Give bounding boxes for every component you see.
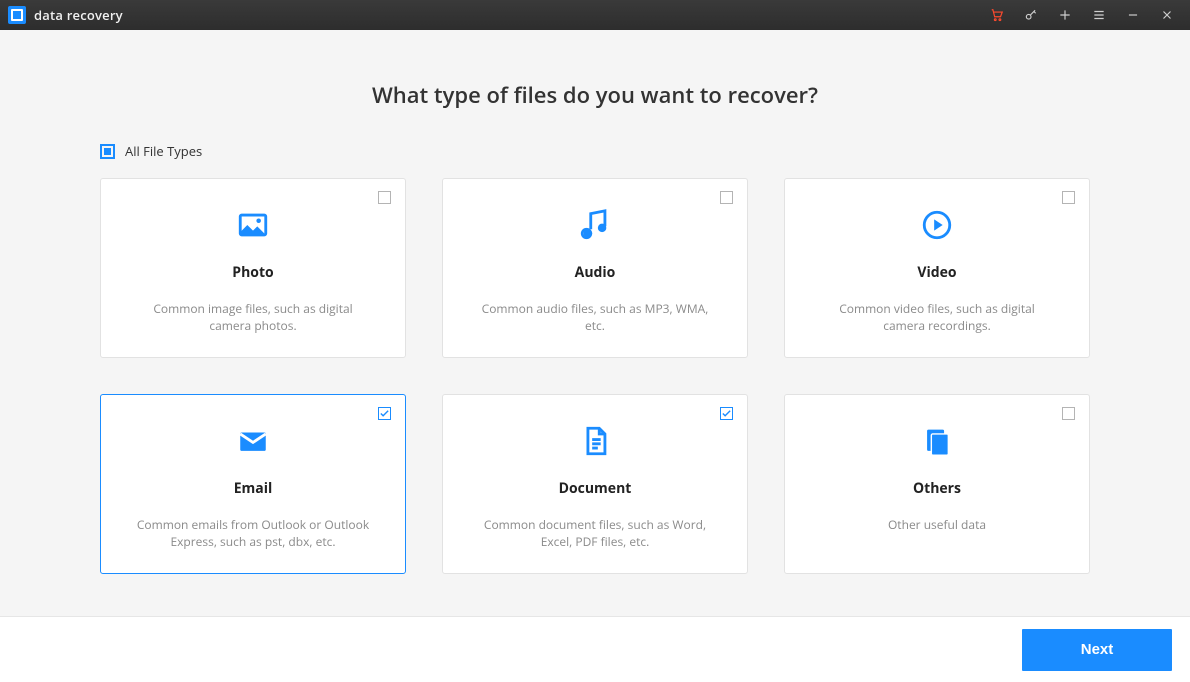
checkbox-indeterminate-mark	[104, 148, 111, 155]
card-email-desc: Common emails from Outlook or Outlook Ex…	[125, 516, 381, 551]
card-others[interactable]: Others Other useful data	[784, 394, 1090, 574]
menu-icon[interactable]	[1082, 0, 1116, 30]
next-button[interactable]: Next	[1022, 629, 1172, 671]
main-content: What type of files do you want to recove…	[0, 30, 1190, 682]
all-file-types-label: All File Types	[125, 142, 202, 160]
card-photo[interactable]: Photo Common image files, such as digita…	[100, 178, 406, 358]
app-name: data recovery	[34, 6, 123, 24]
title-bar: data recovery	[0, 0, 1190, 30]
card-video-desc: Common video files, such as digital came…	[809, 300, 1065, 335]
footer-bar: Next	[0, 616, 1190, 682]
audio-icon	[467, 205, 723, 245]
card-document-title: Document	[467, 479, 723, 498]
close-icon[interactable]	[1150, 0, 1184, 30]
card-photo-checkbox[interactable]	[378, 191, 391, 204]
card-audio-title: Audio	[467, 263, 723, 282]
all-file-types-toggle[interactable]: All File Types	[100, 142, 1190, 160]
card-video-checkbox[interactable]	[1062, 191, 1075, 204]
app-logo-icon	[8, 6, 26, 24]
card-audio-checkbox[interactable]	[720, 191, 733, 204]
video-icon	[809, 205, 1065, 245]
others-icon	[809, 421, 1065, 461]
card-document-desc: Common document files, such as Word, Exc…	[467, 516, 723, 551]
card-document-checkbox[interactable]	[720, 407, 733, 420]
card-email-checkbox[interactable]	[378, 407, 391, 420]
card-audio[interactable]: Audio Common audio files, such as MP3, W…	[442, 178, 748, 358]
email-icon	[125, 421, 381, 461]
card-photo-desc: Common image files, such as digital came…	[125, 300, 381, 335]
card-others-desc: Other useful data	[809, 516, 1065, 533]
card-video-title: Video	[809, 263, 1065, 282]
page-heading: What type of files do you want to recove…	[0, 80, 1190, 110]
cart-icon[interactable]	[980, 0, 1014, 30]
card-others-title: Others	[809, 479, 1065, 498]
card-photo-title: Photo	[125, 263, 381, 282]
photo-icon	[125, 205, 381, 245]
card-email[interactable]: Email Common emails from Outlook or Outl…	[100, 394, 406, 574]
card-audio-desc: Common audio files, such as MP3, WMA, et…	[467, 300, 723, 335]
all-file-types-checkbox[interactable]	[100, 144, 115, 159]
plus-icon[interactable]	[1048, 0, 1082, 30]
card-email-title: Email	[125, 479, 381, 498]
minimize-icon[interactable]	[1116, 0, 1150, 30]
file-type-grid: Photo Common image files, such as digita…	[100, 178, 1090, 574]
card-document[interactable]: Document Common document files, such as …	[442, 394, 748, 574]
card-others-checkbox[interactable]	[1062, 407, 1075, 420]
card-video[interactable]: Video Common video files, such as digita…	[784, 178, 1090, 358]
key-icon[interactable]	[1014, 0, 1048, 30]
document-icon	[467, 421, 723, 461]
